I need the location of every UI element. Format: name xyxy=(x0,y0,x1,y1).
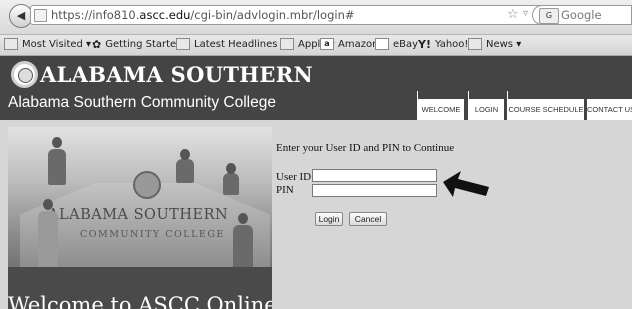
sign-seal-emblem xyxy=(133,171,161,199)
page-icon xyxy=(375,38,389,50)
student-head xyxy=(226,163,236,174)
nav-tab-course-schedule[interactable]: COURSE SCHEDULE xyxy=(507,91,584,120)
bookmark-news[interactable]: News ▾ xyxy=(468,38,521,50)
bookmark-yahoo[interactable]: Y! Yahoo! xyxy=(418,38,468,51)
url-text: https://info810.ascc.edu/cgi-bin/advlogi… xyxy=(51,8,355,22)
bookmark-label: Amazon xyxy=(338,38,379,50)
firefox-icon: ✿ xyxy=(92,38,102,51)
student-figure xyxy=(48,149,66,185)
student-figure xyxy=(176,159,194,183)
cancel-button[interactable]: Cancel xyxy=(349,212,387,226)
logo-text[interactable]: ALABAMA SOUTHERN xyxy=(40,62,313,87)
seal-emblem xyxy=(18,68,33,83)
bookmark-label: Yahoo! xyxy=(434,39,469,50)
college-name: Alabama Southern Community College xyxy=(8,94,276,111)
sign-text-bottom: COMMUNITY COLLEGE xyxy=(80,229,225,240)
rss-icon xyxy=(176,38,190,50)
login-prompt: Enter your User ID and PIN to Continue xyxy=(276,142,455,154)
userid-label: User ID xyxy=(276,171,312,183)
userid-input[interactable] xyxy=(312,169,437,182)
student-head xyxy=(180,149,190,160)
folder-icon xyxy=(468,38,482,50)
bookmark-star-icon[interactable]: ☆ xyxy=(507,7,519,22)
student-figure xyxy=(223,173,239,195)
search-engine-icon[interactable]: G xyxy=(539,8,559,24)
student-head xyxy=(238,213,248,224)
url-domain: ascc.edu xyxy=(139,8,191,22)
bookmark-label: Getting Started xyxy=(105,39,183,50)
bookmark-label: Most Visited ▾ xyxy=(22,38,92,50)
amazon-icon: a xyxy=(320,38,334,50)
bookmarks-icon xyxy=(4,38,18,50)
bookmark-latest-headlines[interactable]: Latest Headlines ▾ xyxy=(176,38,286,50)
bookmark-ebay[interactable]: eBay xyxy=(375,38,418,50)
login-button[interactable]: Login xyxy=(315,212,343,226)
bookmark-label: Latest Headlines ▾ xyxy=(194,38,286,50)
url-prefix: https://info810. xyxy=(51,8,140,22)
campus-sign-photo: ALABAMA SOUTHERN COMMUNITY COLLEGE Welco… xyxy=(8,127,272,309)
bookmark-getting-started[interactable]: ✿ Getting Started xyxy=(92,38,183,51)
bookmark-amazon[interactable]: a Amazon xyxy=(320,38,378,50)
student-head xyxy=(52,137,62,148)
bookmark-label: News ▾ xyxy=(486,38,522,50)
url-path: /cgi-bin/advlogin.mbr/login# xyxy=(190,8,355,22)
site-identity-icon[interactable] xyxy=(34,9,47,22)
student-head xyxy=(43,199,53,210)
folder-icon xyxy=(280,38,294,50)
nav-tab-login[interactable]: LOGIN xyxy=(468,91,504,120)
college-seal-logo[interactable] xyxy=(11,61,38,88)
nav-tab-contact-us[interactable]: CONTACT US xyxy=(587,99,632,120)
pointer-arrow-icon xyxy=(443,171,489,197)
pin-input[interactable] xyxy=(312,184,437,197)
search-placeholder: Google xyxy=(561,8,602,22)
browser-toolbar: ◀ https://info810.ascc.edu/cgi-bin/advlo… xyxy=(0,0,632,35)
history-dropdown-icon[interactable]: ▿ xyxy=(523,8,528,19)
bookmark-most-visited[interactable]: Most Visited ▾ xyxy=(4,38,91,50)
bookmark-label: eBay xyxy=(393,38,419,50)
sign-text-top: ALABAMA SOUTHERN xyxy=(48,207,229,223)
welcome-banner: Welcome to ASCC Online xyxy=(8,293,272,309)
nav-tab-welcome[interactable]: WELCOME xyxy=(417,91,464,120)
address-bar[interactable]: https://info810.ascc.edu/cgi-bin/advlogi… xyxy=(30,5,602,25)
yahoo-icon: Y! xyxy=(418,38,431,51)
bookmarks-bar: Most Visited ▾ ✿ Getting Started Latest H… xyxy=(0,35,632,56)
pin-label: PIN xyxy=(276,184,294,196)
login-form: Enter your User ID and PIN to Continue U… xyxy=(272,127,632,309)
search-box[interactable]: G Google xyxy=(532,5,632,25)
